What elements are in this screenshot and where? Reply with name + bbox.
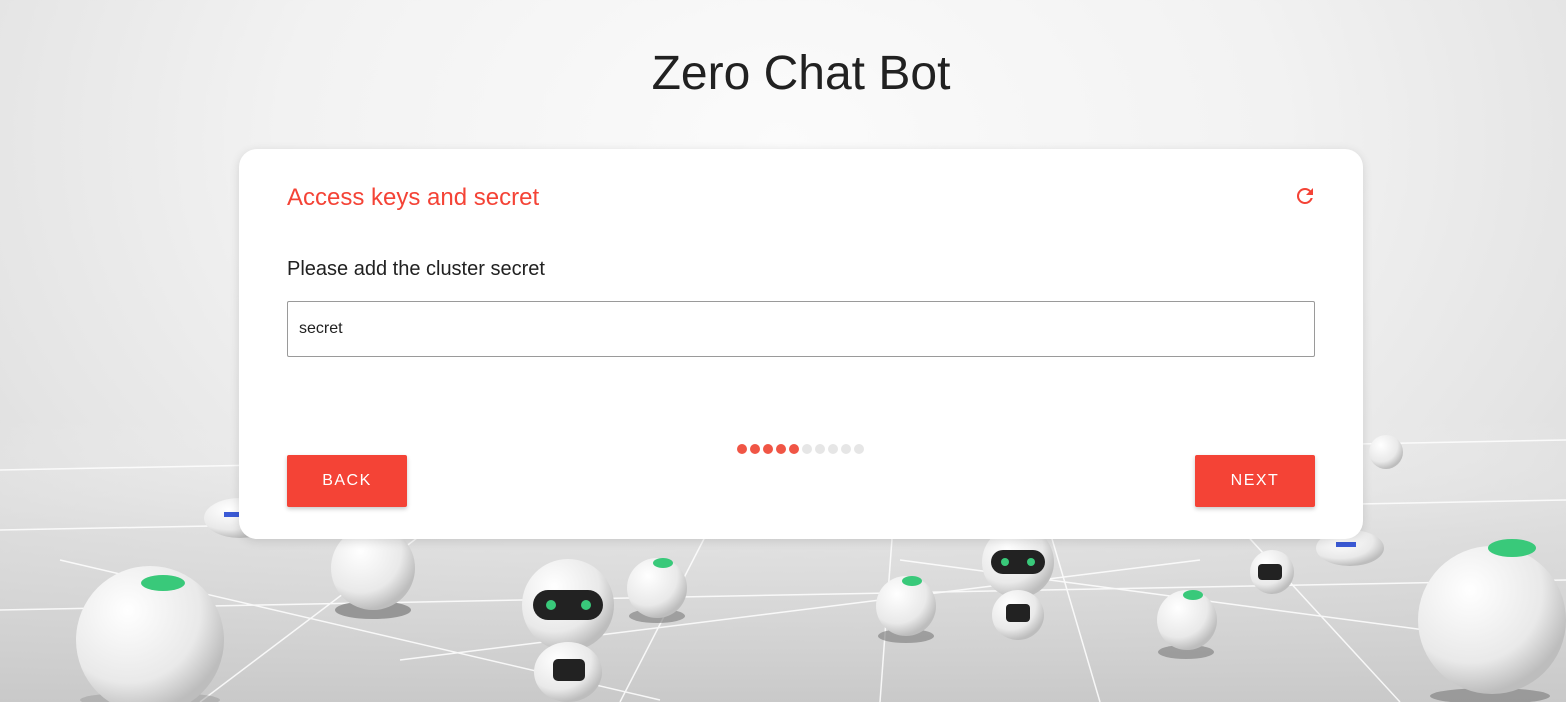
progress-dot-complete [789,444,799,454]
progress-dot-pending [828,444,838,454]
page-title: Zero Chat Bot [651,47,951,100]
refresh-button[interactable] [1293,184,1317,208]
progress-dot-pending [802,444,812,454]
progress-dot-pending [841,444,851,454]
progress-dot-pending [815,444,825,454]
step-title: Access keys and secret [287,184,540,211]
progress-dot-complete [750,444,760,454]
next-button[interactable]: NEXT [1195,455,1315,507]
back-button[interactable]: BACK [287,455,407,507]
cluster-secret-label: Please add the cluster secret [287,258,545,280]
progress-dot-complete [763,444,773,454]
refresh-icon [1296,187,1313,204]
progress-dot-pending [854,444,864,454]
setup-card: Access keys and secret Please add the cl… [239,149,1363,539]
cluster-secret-input[interactable] [287,301,1315,357]
step-progress [737,444,864,454]
progress-dot-complete [776,444,786,454]
progress-dot-complete [737,444,747,454]
